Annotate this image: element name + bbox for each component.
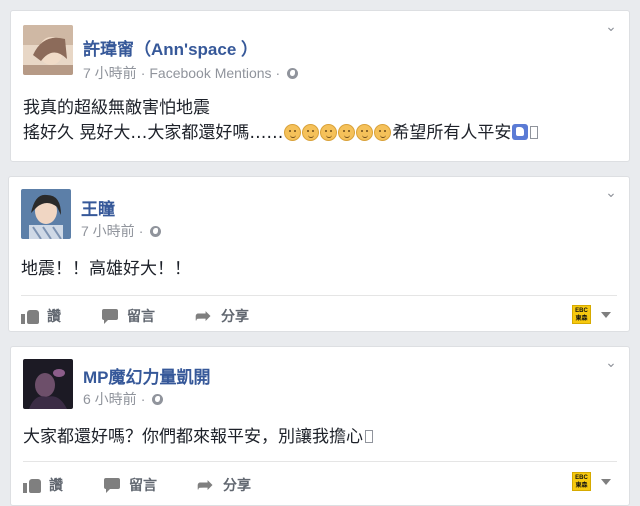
share-button[interactable]: 分享 [197,474,251,497]
brand-badge-icon[interactable]: EBC 東森 [572,305,591,324]
comment-button[interactable]: 留言 [103,475,157,495]
emoji-icon [320,124,338,141]
post-meta: 7 小時前 · Facebook Mentions · [83,63,299,83]
author-name[interactable]: 許瑋甯（Ann'space ） [83,35,258,60]
divider [21,295,617,296]
chevron-down-icon[interactable]: ⌄ [605,186,617,200]
meta-separator: · [140,391,146,407]
post-source[interactable]: Facebook Mentions [149,65,271,81]
caret-down-icon[interactable] [601,479,611,485]
share-icon [195,305,213,328]
post-meta: 7 小時前 · [81,221,162,241]
share-label: 分享 [223,477,251,493]
like-button[interactable]: 讚 [21,306,61,326]
comment-icon [101,308,119,324]
emoji-group [284,124,392,141]
missing-glyph-icon [365,430,373,443]
post-text: 地震！！高雄好大！！ [21,259,191,279]
post-text-body: 大家都還好嗎？你們都來報平安，別讓我擔心 [23,427,363,447]
comment-icon [103,477,121,493]
avatar[interactable] [23,25,73,75]
emoji-icon [302,124,320,141]
post-text-line-1: 我真的超級無敵害怕地震 [23,98,210,118]
globe-icon[interactable] [287,67,299,79]
post-time[interactable]: 7 小時前 [83,63,137,83]
globe-icon[interactable] [152,393,164,405]
missing-glyph-icon [530,126,539,139]
post-text-line-2: 搖好久 晃好大…大家都還好嗎…… 希望所有人平安 [23,121,617,146]
post-text-line-2-end: 希望所有人平安 [392,123,512,143]
post-time[interactable]: 7 小時前 [81,221,135,241]
like-button[interactable]: 讚 [23,475,63,495]
like-icon [23,477,41,493]
meta-separator: · [275,65,281,81]
comment-label: 留言 [129,477,157,493]
comment-button[interactable]: 留言 [101,306,155,326]
avatar[interactable] [23,359,73,409]
share-label: 分享 [221,308,249,324]
divider [23,461,617,462]
emoji-icon [356,124,374,141]
like-label: 讚 [49,477,63,493]
author-name[interactable]: MP魔幻力量凱開 [83,363,211,388]
action-bar: 讚 留言 分享 [23,473,617,497]
chevron-down-icon[interactable]: ⌄ [605,356,617,370]
meta-separator: · [138,223,144,239]
brand-badge-icon[interactable]: EBC 東森 [572,472,591,491]
like-label: 讚 [47,308,61,324]
chevron-down-icon[interactable]: ⌄ [605,20,617,34]
post-card-3: ⌄ MP魔幻力量凱開 6 小時前 · 大家都還好嗎？你們都來報平安，別讓我擔心 … [10,346,630,506]
post-text-line-2-start: 搖好久 晃好大…大家都還好嗎…… [23,123,284,143]
post-card-2: ⌄ 王瞳 7 小時前 · 地震！！高雄好大！！ 讚 留言 分享 EBC東森 [8,176,630,332]
like-icon [21,308,39,324]
post-text: 我真的超級無敵害怕地震 搖好久 晃好大…大家都還好嗎…… 希望所有人平安 [23,96,617,146]
post-text: 大家都還好嗎？你們都來報平安，別讓我擔心 [23,425,617,450]
caret-down-icon[interactable] [601,312,611,318]
action-bar: 讚 留言 分享 [21,304,617,328]
globe-icon[interactable] [150,225,162,237]
emoji-icon [284,124,302,141]
comment-label: 留言 [127,308,155,324]
emoji-icon [374,124,392,141]
share-icon [197,474,215,497]
emoji-icon [338,124,356,141]
share-button[interactable]: 分享 [195,305,249,328]
author-name[interactable]: 王瞳 [81,195,115,220]
post-card-1: ⌄ 許瑋甯（Ann'space ） 7 小時前 · Facebook Menti… [10,10,630,162]
meta-separator: · [140,65,146,81]
post-meta: 6 小時前 · [83,389,164,409]
post-time[interactable]: 6 小時前 [83,389,137,409]
avatar[interactable] [21,189,71,239]
thumbs-up-icon [512,124,529,140]
